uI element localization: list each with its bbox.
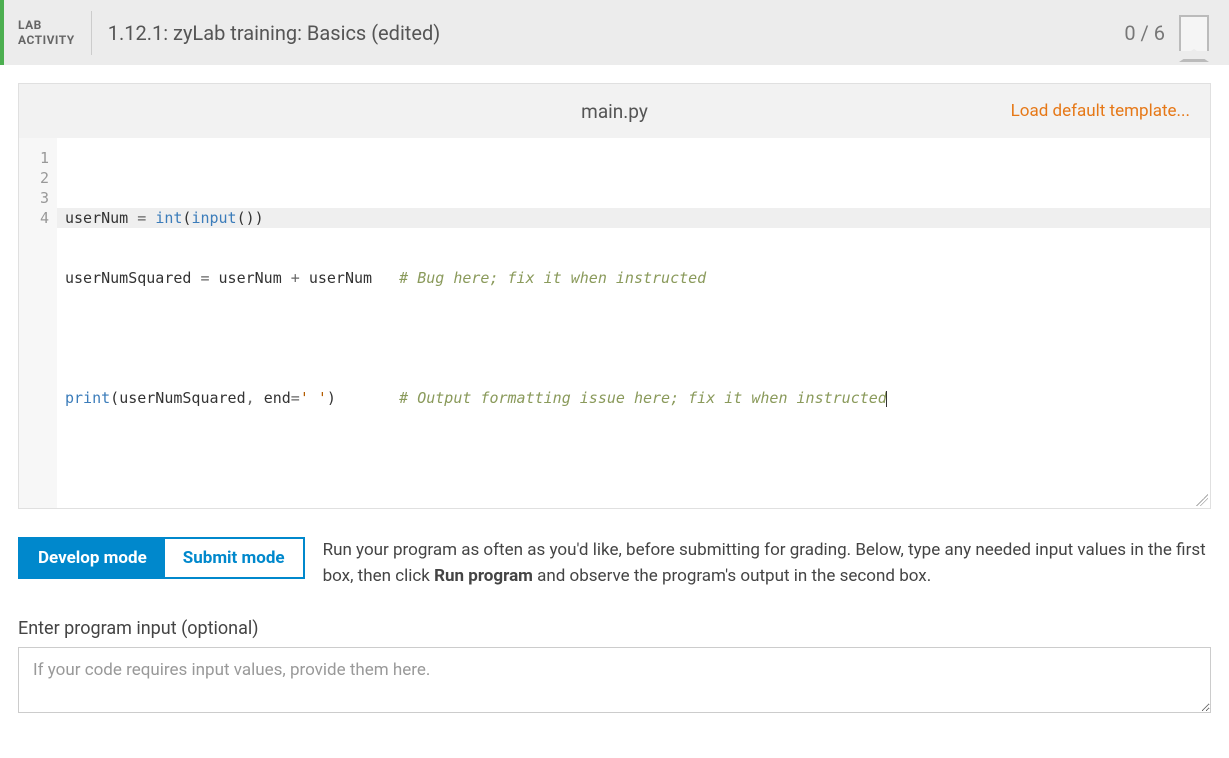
code-line[interactable]: userNumSquared = userNum + userNum # Bug…: [65, 268, 1202, 288]
load-default-template-link[interactable]: Load default template...: [1011, 101, 1190, 121]
lab-header: LAB ACTIVITY 1.12.1: zyLab training: Bas…: [0, 0, 1229, 65]
program-input[interactable]: [18, 647, 1211, 713]
lab-activity-label: LAB ACTIVITY: [18, 18, 75, 48]
code-editor[interactable]: 1 2 3 4 userNum = int(input()) userNumSq…: [19, 138, 1210, 508]
editor-panel: main.py Load default template... 1 2 3 4…: [18, 83, 1211, 509]
lab-label-line1: LAB: [18, 18, 75, 33]
mode-instructions: Run your program as often as you'd like,…: [323, 537, 1211, 590]
resize-handle-icon[interactable]: [1196, 494, 1208, 506]
code-area[interactable]: userNum = int(input()) userNumSquared = …: [57, 138, 1210, 508]
develop-mode-button[interactable]: Develop mode: [20, 539, 165, 577]
lab-score: 0 / 6: [1124, 21, 1165, 45]
instructions-text: and observe the program's output in the …: [533, 566, 931, 586]
code-line[interactable]: print(userNumSquared, end=' ') # Output …: [65, 388, 1202, 408]
code-line[interactable]: userNum = int(input()): [65, 208, 1202, 228]
lab-label-line2: ACTIVITY: [18, 33, 75, 48]
line-number: 1: [33, 148, 49, 168]
mode-toggle: Develop mode Submit mode: [18, 537, 305, 579]
run-program-label: Run program: [434, 566, 533, 586]
bookmark-icon[interactable]: [1179, 15, 1209, 51]
line-number: 2: [33, 168, 49, 188]
program-input-label: Enter program input (optional): [18, 618, 1211, 639]
submit-mode-button[interactable]: Submit mode: [165, 539, 303, 577]
program-input-section: Enter program input (optional): [18, 618, 1211, 717]
code-line[interactable]: [65, 328, 1202, 348]
divider: [91, 11, 92, 55]
text-cursor: [886, 391, 887, 407]
line-number: 4: [33, 208, 49, 228]
editor-header: main.py Load default template...: [19, 84, 1210, 138]
controls-section: Develop mode Submit mode Run your progra…: [18, 537, 1211, 590]
file-name: main.py: [581, 100, 648, 123]
lab-title: 1.12.1: zyLab training: Basics (edited): [108, 21, 1125, 45]
line-gutter: 1 2 3 4: [19, 138, 57, 508]
line-number: 3: [33, 188, 49, 208]
